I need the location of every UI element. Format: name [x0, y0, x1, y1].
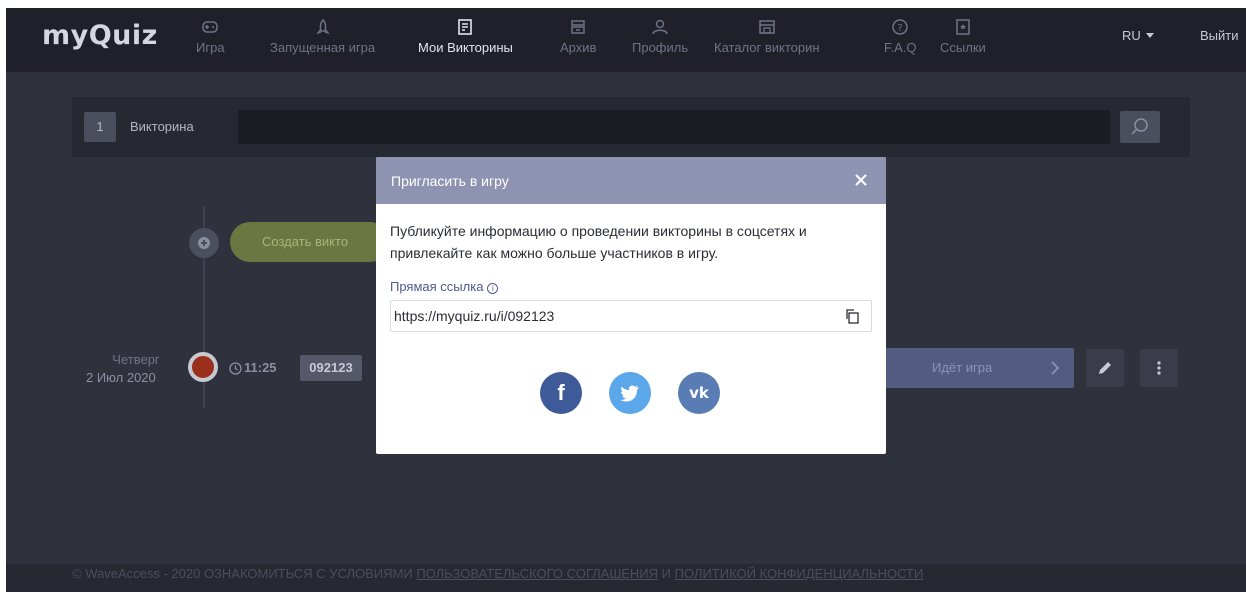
rocket-icon	[313, 18, 333, 36]
copy-icon[interactable]	[844, 308, 860, 324]
search-icon	[1131, 118, 1148, 135]
vk-share-button[interactable]: vk	[678, 372, 720, 414]
nav-label: F.A.Q	[884, 40, 917, 55]
footer-text: © WaveAccess - 2020 ОЗНАКОМИТЬСЯ С УСЛОВ…	[72, 566, 923, 581]
nav-label: Запущенная игра	[270, 40, 376, 55]
archive-icon	[568, 18, 588, 36]
nav-label: Ссылки	[940, 40, 986, 55]
document-icon	[455, 18, 475, 36]
invite-modal: Пригласить в игру Публикуйте информацию …	[376, 157, 886, 454]
add-quiz-button[interactable]	[189, 228, 219, 258]
live-indicator	[188, 352, 218, 382]
nav-item-profile[interactable]: Профиль	[632, 18, 688, 55]
nav-item-archive[interactable]: Архив	[560, 18, 596, 55]
nav-label: Профиль	[632, 40, 689, 55]
language-value: RU	[1122, 28, 1141, 43]
twitter-bird-icon	[620, 385, 639, 402]
user-icon	[650, 18, 670, 36]
facebook-share-button[interactable]: f	[540, 372, 582, 414]
footer-copyright: © WaveAccess - 2020	[72, 566, 201, 581]
store-icon	[757, 18, 777, 36]
help-icon: ?	[890, 18, 910, 36]
pencil-icon	[1099, 362, 1111, 374]
logout-link[interactable]: Выйти	[1200, 28, 1239, 43]
event-time: 11:25	[244, 360, 277, 375]
search-input[interactable]	[238, 110, 1110, 144]
edit-quiz-button[interactable]	[1086, 349, 1124, 387]
nav-label: Каталог викторин	[714, 40, 820, 55]
nav-item-links[interactable]: Ссылки	[940, 18, 986, 55]
vk-icon: vk	[689, 384, 709, 402]
event-weekday: Четверг	[112, 352, 160, 367]
nav-label: Мои Викторины	[418, 40, 513, 55]
footer-and: И	[661, 566, 671, 581]
quiz-search-panel: 1 Викторина	[72, 97, 1190, 157]
nav-item-my-quizzes[interactable]: Мои Викторины	[418, 18, 513, 55]
more-vertical-icon	[1157, 361, 1161, 375]
nav-label: Архив	[560, 40, 597, 55]
bookmark-icon	[953, 18, 973, 36]
direct-link-text: Прямая ссылка	[390, 279, 484, 294]
twitter-share-button[interactable]	[609, 372, 651, 414]
search-button[interactable]	[1120, 111, 1160, 143]
clock-icon	[229, 362, 242, 375]
event-date: 2 Июл 2020	[86, 370, 156, 385]
nav-item-game[interactable]: Игра	[196, 18, 225, 55]
game-in-progress-button[interactable]: Идёт игра	[882, 348, 1074, 388]
more-options-button[interactable]	[1140, 349, 1178, 387]
app-logo[interactable]: myQuiz	[42, 20, 158, 51]
language-select[interactable]: RU	[1122, 28, 1154, 43]
modal-header: Пригласить в игру	[376, 157, 886, 204]
game-code-badge: 092123	[300, 355, 362, 381]
search-label: Викторина	[130, 119, 194, 134]
app-frame: myQuiz Игра Запущенная игра Мои Викторин…	[6, 8, 1246, 592]
svg-text:?: ?	[898, 23, 903, 34]
direct-link-label: Прямая ссылка i	[390, 279, 499, 294]
facebook-icon: f	[557, 380, 565, 405]
modal-title: Пригласить в игру	[391, 173, 509, 189]
close-icon[interactable]	[854, 173, 868, 187]
game-status-label: Идёт игра	[932, 360, 993, 375]
nav-label: Игра	[196, 40, 225, 55]
chevron-right-icon	[1051, 361, 1060, 375]
nav-item-quiz-catalog[interactable]: Каталог викторин	[714, 18, 820, 55]
top-navbar: myQuiz Игра Запущенная игра Мои Викторин…	[6, 8, 1246, 72]
privacy-policy-link[interactable]: ПОЛИТИКОЙ КОНФИДЕНЦИАЛЬНОСТИ	[675, 566, 924, 581]
info-icon[interactable]: i	[487, 283, 499, 294]
direct-link-field[interactable]: https://myquiz.ru/i/092123	[390, 300, 872, 332]
nav-item-faq[interactable]: ? F.A.Q	[884, 18, 917, 55]
search-number-badge: 1	[84, 112, 116, 142]
gamepad-icon	[200, 18, 220, 36]
user-agreement-link[interactable]: ПОЛЬЗОВАТЕЛЬСКОГО СОГЛАШЕНИЯ	[416, 566, 658, 581]
nav-item-running-game[interactable]: Запущенная игра	[270, 18, 375, 55]
footer-prefix: ОЗНАКОМИТЬСЯ С УСЛОВИЯМИ	[203, 566, 413, 581]
create-quiz-button[interactable]: Создать викто	[230, 222, 390, 262]
modal-description: Публикуйте информацию о проведении викто…	[390, 223, 807, 261]
plus-icon	[198, 237, 210, 249]
caret-down-icon	[1145, 33, 1154, 38]
